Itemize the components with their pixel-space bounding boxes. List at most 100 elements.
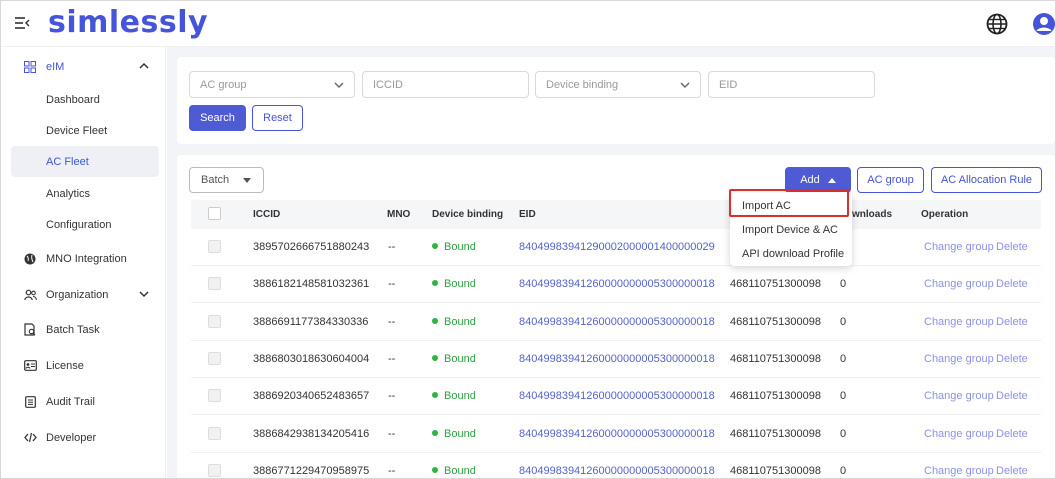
sidebar-item-eim[interactable]: eIM — [11, 51, 159, 82]
change-group-link[interactable]: Change group — [924, 428, 994, 440]
column-header-operation: Operation — [921, 209, 969, 220]
row-checkbox[interactable] — [208, 464, 221, 477]
app-logo[interactable]: simlessly — [48, 5, 208, 40]
cell-mno: -- — [388, 390, 396, 402]
row-checkbox[interactable] — [208, 352, 221, 365]
menu-item-api-download-profile[interactable]: API download Profile — [730, 242, 852, 266]
sidebar-item-label: Configuration — [46, 218, 112, 231]
change-group-link[interactable]: Change group — [924, 353, 994, 365]
sidebar-item-organization[interactable]: Organization — [11, 279, 159, 310]
change-group-link[interactable]: Change group — [924, 278, 994, 290]
delete-link[interactable]: Delete — [996, 353, 1028, 365]
cell-device-binding: Bound — [432, 465, 476, 477]
eid-placeholder: EID — [719, 78, 738, 91]
row-checkbox[interactable] — [208, 315, 221, 328]
cell-eid[interactable]: 84049983941260000000005300000018 — [519, 353, 715, 365]
delete-link[interactable]: Delete — [996, 428, 1028, 440]
chevron-down-icon — [139, 291, 149, 298]
delete-link[interactable]: Delete — [996, 465, 1028, 477]
sidebar-item-label: Organization — [46, 288, 109, 301]
row-checkbox[interactable] — [208, 427, 221, 440]
cell-eid[interactable]: 84049983941260000000005300000018 — [519, 465, 715, 477]
sidebar-item-configuration[interactable]: Configuration — [11, 209, 159, 240]
cell-iccid: 3886771229470958975 — [253, 465, 370, 477]
cell-mno: -- — [388, 278, 396, 290]
cell-device-binding: Bound — [432, 241, 476, 253]
sidebar-item-analytics[interactable]: Analytics — [11, 178, 159, 209]
ac-allocation-rule-button[interactable]: AC Allocation Rule — [931, 167, 1042, 193]
cell-eid[interactable]: 84049983941260000000005300000018 — [519, 316, 715, 328]
change-group-link[interactable]: Change group — [924, 316, 994, 328]
cell-downloads: 0 — [840, 390, 847, 402]
cell-eid[interactable]: 84049983941260000000005300000018 — [519, 428, 715, 440]
status-text: Bound — [444, 353, 476, 365]
ac-group-button[interactable]: AC group — [857, 167, 924, 193]
sidebar-item-dashboard[interactable]: Dashboard — [11, 84, 159, 115]
select-all-checkbox[interactable] — [208, 207, 221, 220]
cell-iccid: 3886803018630604004 — [253, 353, 370, 365]
sidebar-item-label: Audit Trail — [46, 395, 95, 408]
change-group-link[interactable]: Change group — [924, 465, 994, 477]
globe-icon[interactable] — [986, 13, 1008, 35]
cell-eid[interactable]: 84049983941260000000005300000018 — [519, 278, 715, 290]
cell-device-binding: Bound — [432, 428, 476, 440]
chevron-down-icon — [680, 82, 690, 88]
device-binding-placeholder: Device binding — [546, 78, 619, 91]
iccid-input[interactable]: ICCID — [362, 71, 529, 98]
table-header — [191, 200, 1041, 229]
status-text: Bound — [444, 241, 476, 253]
row-checkbox[interactable] — [208, 277, 221, 290]
sidebar-item-developer[interactable]: Developer — [11, 422, 159, 453]
status-dot — [432, 430, 438, 437]
cell-downloads: 0 — [840, 465, 847, 477]
delete-link[interactable]: Delete — [996, 316, 1028, 328]
menu-collapse-icon[interactable] — [13, 14, 31, 32]
column-header-iccid: ICCID — [253, 209, 281, 220]
sidebar-item-audit-trail[interactable]: Audit Trail — [11, 386, 159, 417]
sidebar-item-device-fleet[interactable]: Device Fleet — [11, 115, 159, 146]
column-header-mno: MNO — [387, 209, 411, 220]
delete-link[interactable]: Delete — [996, 278, 1028, 290]
row-checkbox[interactable] — [208, 389, 221, 402]
code-icon — [23, 431, 37, 445]
cell-mno: -- — [388, 241, 396, 253]
cell-device-id: 468110751300098 — [730, 353, 821, 365]
cell-device-id: 468110751300098 — [730, 390, 821, 402]
column-header-device-binding: Device binding — [432, 209, 504, 220]
user-icon[interactable] — [1032, 12, 1056, 36]
ac-group-select[interactable]: AC group — [189, 71, 355, 98]
change-group-link[interactable]: Change group — [924, 390, 994, 402]
status-text: Bound — [444, 428, 476, 440]
sidebar-item-batch-task[interactable]: Batch Task — [11, 314, 159, 345]
column-header-downloads: wnloads — [852, 209, 893, 220]
top-header: simlessly — [1, 1, 1055, 47]
sidebar-item-label: Developer — [46, 431, 97, 444]
cell-downloads: 0 — [840, 316, 847, 328]
sidebar-item-label: Dashboard — [46, 93, 100, 106]
cell-iccid: 3886182148581032361 — [253, 278, 370, 290]
delete-link[interactable]: Delete — [996, 241, 1028, 253]
search-button[interactable]: Search — [189, 105, 246, 131]
delete-link[interactable]: Delete — [996, 390, 1028, 402]
cell-device-id: 468110751300098 — [730, 428, 821, 440]
cell-device-binding: Bound — [432, 353, 476, 365]
cell-device-binding: Bound — [432, 390, 476, 402]
reset-button[interactable]: Reset — [252, 105, 303, 131]
sidebar-item-license[interactable]: License — [11, 350, 159, 381]
eid-input[interactable]: EID — [708, 71, 875, 98]
cell-mno: -- — [388, 465, 396, 477]
menu-item-import-device-ac[interactable]: Import Device & AC — [730, 218, 852, 242]
sidebar-item-ac-fleet[interactable]: AC Fleet — [11, 146, 159, 177]
cell-downloads: 0 — [840, 278, 847, 290]
list-icon — [23, 395, 37, 409]
sidebar-item-label: AC Fleet — [46, 155, 89, 168]
change-group-link[interactable]: Change group — [924, 241, 994, 253]
cell-eid[interactable]: 84049983941260000000005300000018 — [519, 390, 715, 402]
status-text: Bound — [444, 465, 476, 477]
device-binding-select[interactable]: Device binding — [535, 71, 701, 98]
sidebar-item-mno-integration[interactable]: MNO Integration — [11, 243, 159, 274]
status-dot — [432, 318, 438, 325]
row-checkbox[interactable] — [208, 240, 221, 253]
batch-dropdown[interactable]: Batch — [189, 167, 264, 193]
cell-eid[interactable]: 84049983941290002000001400000029 — [519, 241, 715, 253]
